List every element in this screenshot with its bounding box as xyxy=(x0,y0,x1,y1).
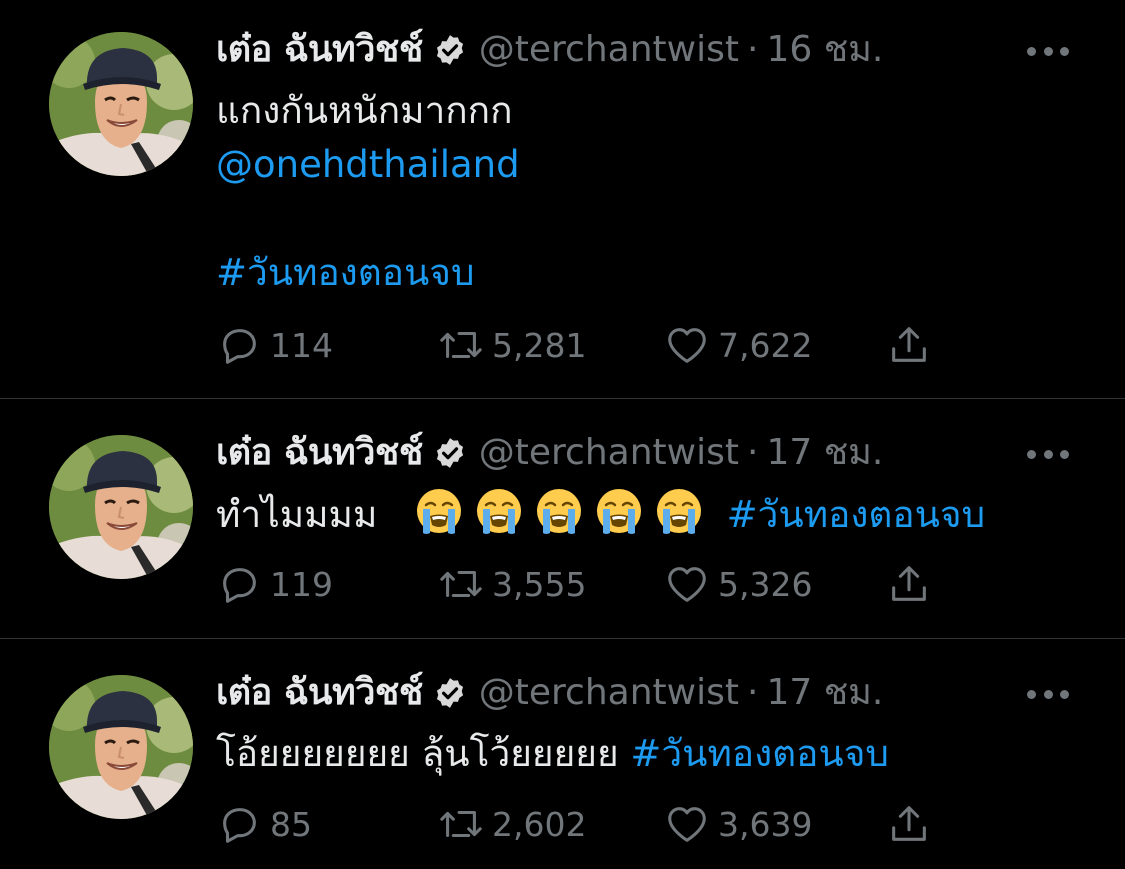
loudly-crying-face-emoji xyxy=(415,487,463,535)
more-dots-icon[interactable] xyxy=(1027,448,1069,460)
reply-button[interactable]: 85 xyxy=(216,799,312,849)
tweet-actions: 114 5,281 7,622 xyxy=(216,320,946,370)
avatar-image xyxy=(49,435,193,579)
tweet-feed: เต๋อ ฉันทวิชช์ @terchantwist · 16 ชม. แก… xyxy=(0,0,1125,869)
reply-count: 119 xyxy=(270,564,333,604)
loudly-crying-face-emoji xyxy=(535,487,583,535)
tweet-text-line: ทำไมมมม xyxy=(216,493,378,536)
tweet-actions: 85 2,602 3,639 xyxy=(216,799,946,849)
retweet-icon xyxy=(438,322,484,368)
retweet-icon xyxy=(438,561,484,607)
reply-button[interactable]: 114 xyxy=(216,320,333,370)
like-button[interactable]: 3,639 xyxy=(664,799,812,849)
loudly-crying-face-emoji xyxy=(595,487,643,535)
share-upload-icon xyxy=(886,801,932,847)
timestamp[interactable]: 17 ชม. xyxy=(766,668,883,718)
reply-bubble-icon xyxy=(216,322,262,368)
verified-badge-icon xyxy=(433,33,467,67)
display-name[interactable]: เต๋อ ฉันทวิชช์ xyxy=(216,25,423,75)
tweet-2[interactable]: เต๋อ ฉันทวิชช์ @terchantwist · 17 ชม. ทำ… xyxy=(0,399,1125,638)
reply-bubble-icon xyxy=(216,561,262,607)
tweet-actions: 119 3,555 5,326 xyxy=(216,559,946,609)
user-handle[interactable]: @terchantwist xyxy=(479,25,739,75)
mention-link[interactable]: @onehdthailand xyxy=(216,138,520,192)
hashtag-link[interactable]: #วันทองตอนจบ xyxy=(630,732,888,775)
avatar[interactable] xyxy=(49,435,193,579)
tweet-header: เต๋อ ฉันทวิชช์ @terchantwist · 17 ชม. xyxy=(216,668,883,718)
separator-dot: · xyxy=(746,432,759,473)
user-handle[interactable]: @terchantwist xyxy=(479,668,739,718)
separator-dot: · xyxy=(746,29,759,70)
avatar[interactable] xyxy=(49,32,193,176)
heart-icon xyxy=(664,801,710,847)
share-button[interactable] xyxy=(886,320,940,370)
tweet-text: แกงกันหนักมากกก @onehdthailand #วันทองตอ… xyxy=(216,84,520,300)
tweet-text-line: แกงกันหนักมากกก xyxy=(216,89,513,132)
display-name[interactable]: เต๋อ ฉันทวิชช์ xyxy=(216,428,423,478)
verified-badge-icon xyxy=(433,436,467,470)
reply-button[interactable]: 119 xyxy=(216,559,333,609)
user-handle[interactable]: @terchantwist xyxy=(479,428,739,478)
retweet-count: 3,555 xyxy=(492,564,587,604)
like-count: 5,326 xyxy=(718,564,813,604)
tweet-text: โอ้ยยยยยยย ลุ้นโว้ยยยยย #วันทองตอนจบ xyxy=(216,727,889,781)
reply-bubble-icon xyxy=(216,801,262,847)
tweet-1[interactable]: เต๋อ ฉันทวิชช์ @terchantwist · 16 ชม. แก… xyxy=(0,0,1125,398)
timestamp[interactable]: 17 ชม. xyxy=(766,428,883,478)
reply-count: 114 xyxy=(270,325,333,365)
like-count: 3,639 xyxy=(718,804,813,844)
heart-icon xyxy=(664,561,710,607)
share-button[interactable] xyxy=(886,559,940,609)
avatar-image xyxy=(49,32,193,176)
more-dots-icon[interactable] xyxy=(1027,45,1069,57)
loudly-crying-face-emoji xyxy=(655,487,703,535)
hashtag-link[interactable]: #วันทองตอนจบ xyxy=(727,493,985,536)
retweet-button[interactable]: 2,602 xyxy=(438,799,586,849)
more-dots-icon[interactable] xyxy=(1027,688,1069,700)
tweet-header: เต๋อ ฉันทวิชช์ @terchantwist · 17 ชม. xyxy=(216,428,883,478)
timestamp[interactable]: 16 ชม. xyxy=(766,25,883,75)
retweet-button[interactable]: 5,281 xyxy=(438,320,586,370)
verified-badge-icon xyxy=(433,676,467,710)
avatar-image xyxy=(49,675,193,819)
like-button[interactable]: 5,326 xyxy=(664,559,812,609)
separator-dot: · xyxy=(746,672,759,713)
tweet-text-line: โอ้ยยยยยยย ลุ้นโว้ยยยยย xyxy=(216,732,619,775)
tweet-text: ทำไมมมม #วันทองตอนจบ xyxy=(216,487,985,542)
retweet-count: 5,281 xyxy=(492,325,587,365)
avatar[interactable] xyxy=(49,675,193,819)
retweet-count: 2,602 xyxy=(492,804,587,844)
reply-count: 85 xyxy=(270,804,312,844)
retweet-icon xyxy=(438,801,484,847)
hashtag-link[interactable]: #วันทองตอนจบ xyxy=(216,246,520,300)
heart-icon xyxy=(664,322,710,368)
share-button[interactable] xyxy=(886,799,940,849)
retweet-button[interactable]: 3,555 xyxy=(438,559,586,609)
display-name[interactable]: เต๋อ ฉันทวิชช์ xyxy=(216,668,423,718)
like-count: 7,622 xyxy=(718,325,813,365)
loudly-crying-face-emoji xyxy=(475,487,523,535)
share-upload-icon xyxy=(886,561,932,607)
tweet-3[interactable]: เต๋อ ฉันทวิชช์ @terchantwist · 17 ชม. โอ… xyxy=(0,639,1125,869)
like-button[interactable]: 7,622 xyxy=(664,320,812,370)
tweet-header: เต๋อ ฉันทวิชช์ @terchantwist · 16 ชม. xyxy=(216,25,883,75)
share-upload-icon xyxy=(886,322,932,368)
